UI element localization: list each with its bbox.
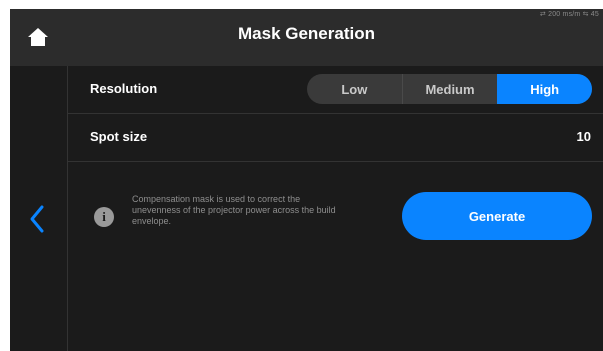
spot-size-label: Spot size: [90, 129, 148, 144]
resolution-option-high[interactable]: High: [497, 74, 592, 104]
info-icon: i: [94, 207, 114, 227]
resolution-option-low[interactable]: Low: [307, 74, 402, 104]
settings-content: Resolution Low Medium High Spot size 10 …: [68, 66, 603, 351]
status-bar-text: ⇄ 200 ms/m ⇆ 45: [539, 11, 599, 18]
chevron-left-icon[interactable]: [28, 204, 46, 234]
resolution-row: Resolution Low Medium High: [68, 66, 603, 114]
generate-button[interactable]: Generate: [402, 192, 592, 240]
resolution-segmented-control: Low Medium High: [307, 74, 592, 104]
sidebar: [10, 66, 68, 351]
resolution-label: Resolution: [90, 81, 158, 96]
resolution-option-medium[interactable]: Medium: [401, 74, 498, 104]
info-text: Compensation mask is used to correct the…: [132, 194, 336, 226]
mask-generation-screen: Mask Generation ⇄ 200 ms/m ⇆ 45 Resoluti…: [10, 9, 603, 351]
header-bar: Mask Generation ⇄ 200 ms/m ⇆ 45: [10, 9, 603, 66]
spot-size-row[interactable]: Spot size 10: [68, 114, 603, 162]
spot-size-value[interactable]: 10: [577, 129, 591, 144]
page-title: Mask Generation: [238, 24, 375, 43]
